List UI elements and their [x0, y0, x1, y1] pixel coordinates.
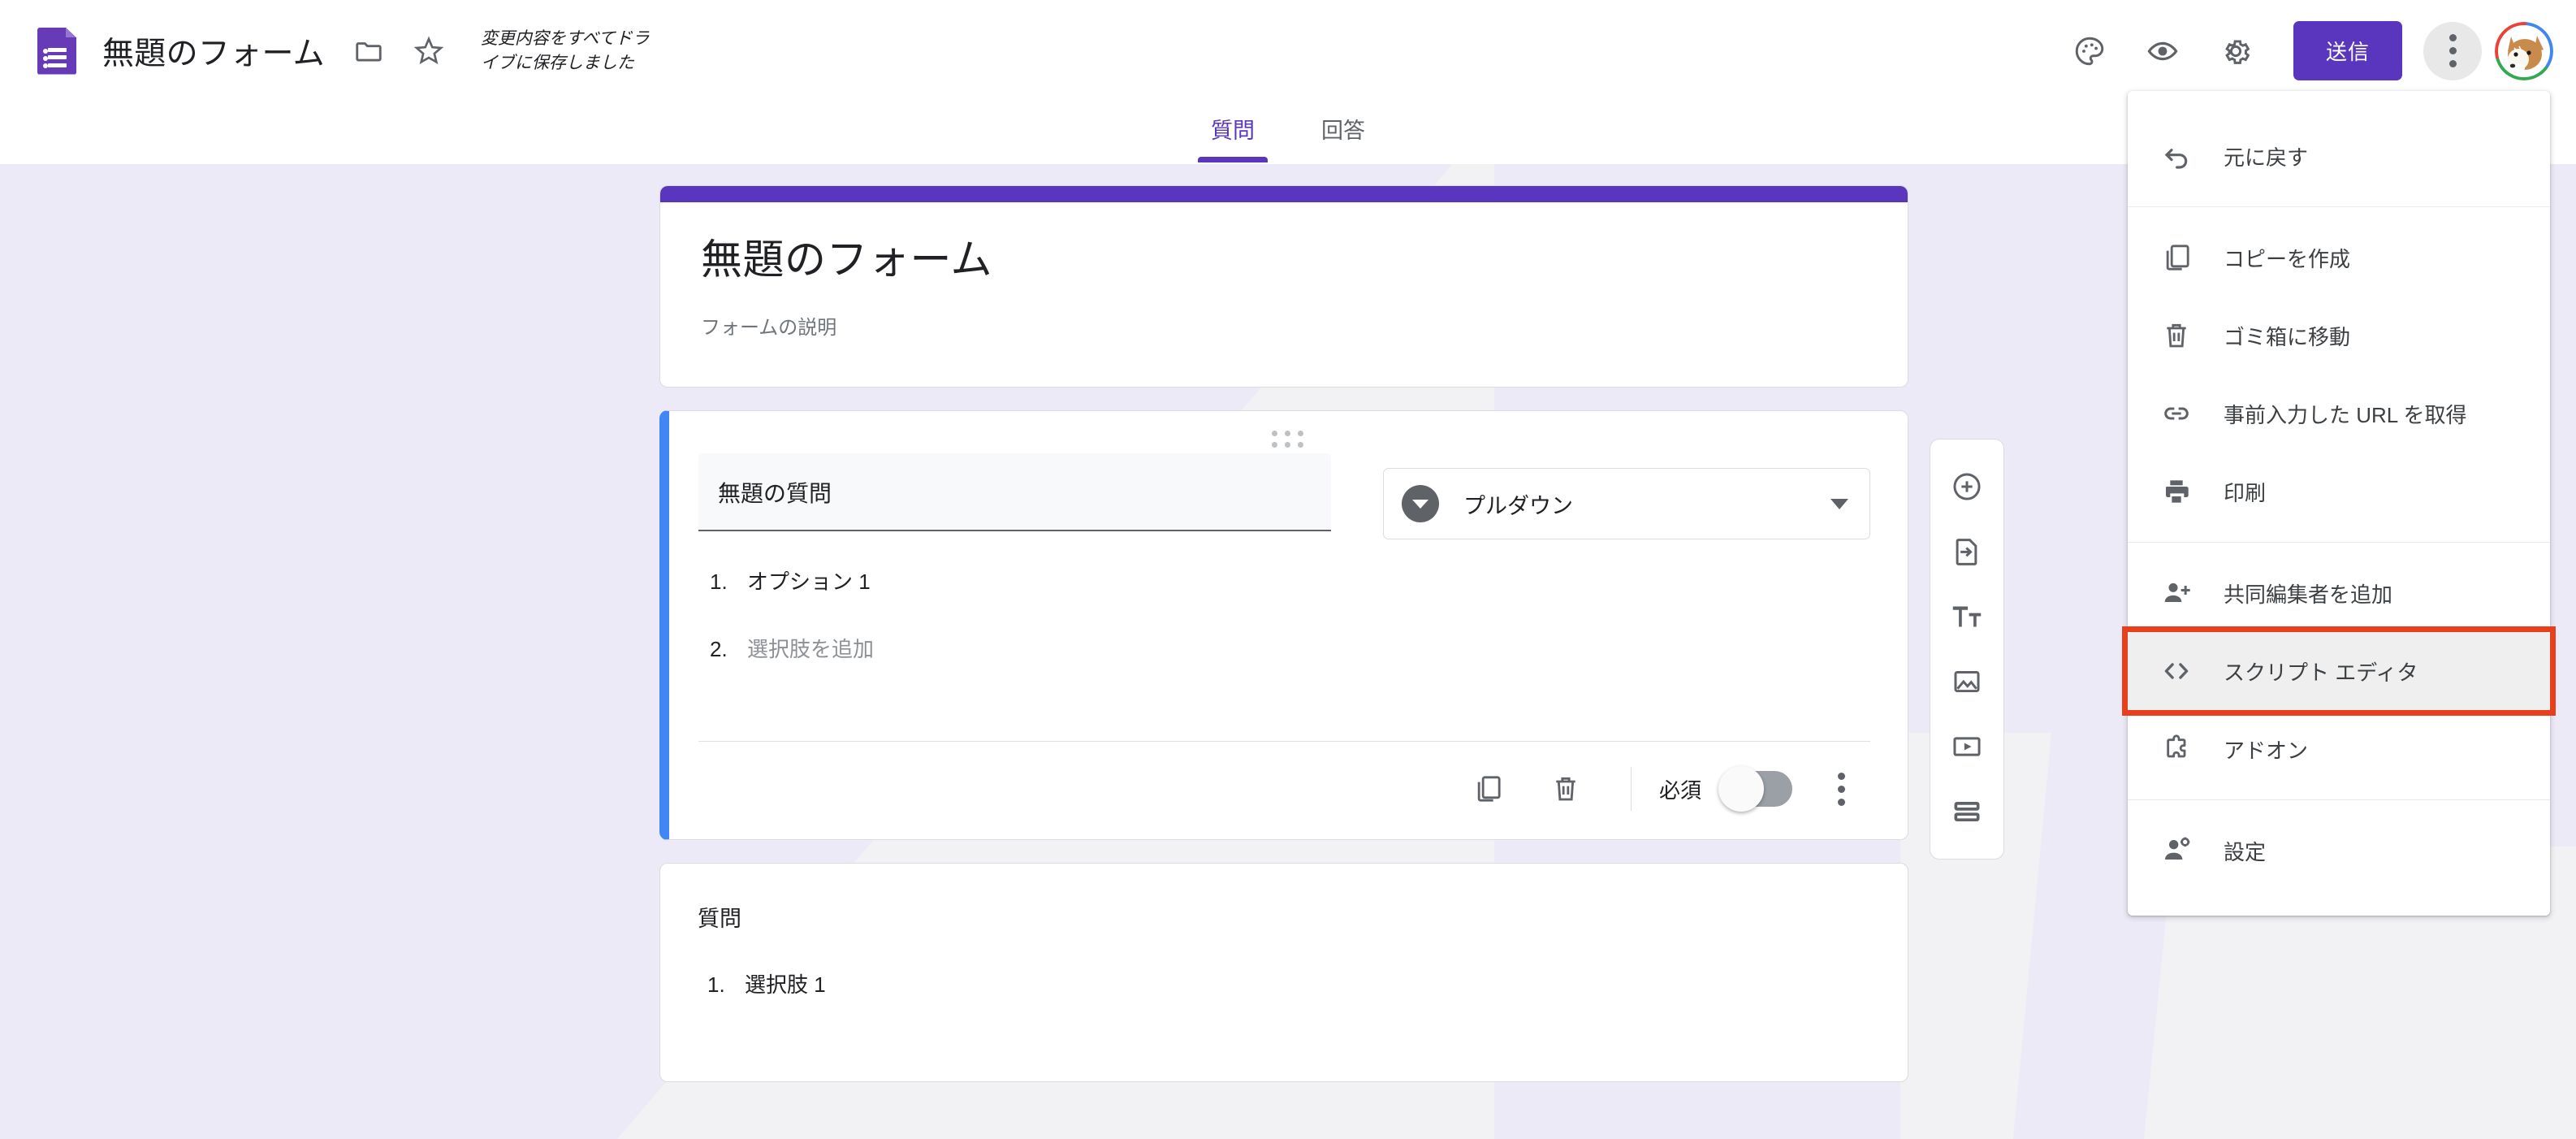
menu-item-add-ons[interactable]: アドオン — [2128, 710, 2550, 788]
menu-item-script-editor[interactable]: スクリプト エディタ — [2122, 626, 2556, 716]
undo-icon — [2157, 136, 2196, 175]
form-column: 無題のフォーム フォームの説明 無題の質問 1. オプション 1 2. 選択肢を… — [659, 185, 1908, 1105]
folder-icon[interactable] — [346, 28, 391, 74]
link-icon — [2157, 394, 2196, 433]
menu-item-label: アドオン — [2224, 738, 2309, 763]
menu-group: 元に戻す — [2128, 106, 2550, 206]
overflow-menu: 元に戻す コピーを作成 ゴミ箱に移動 事前入力した URL を取得 印刷 共同編… — [2122, 91, 2556, 916]
top-bar-right: 送信 — [2053, 0, 2553, 102]
gear-icon[interactable] — [2206, 22, 2265, 80]
menu-item-label: 印刷 — [2224, 480, 2267, 505]
menu-item-settings[interactable]: 設定 — [2128, 812, 2550, 890]
menu-item-move-to-trash[interactable]: ゴミ箱に移動 — [2128, 297, 2550, 375]
add-option-row[interactable]: 2. 選択肢を追加 — [710, 633, 1331, 663]
menu-item-add-collaborators[interactable]: 共同編集者を追加 — [2128, 554, 2550, 632]
option-row[interactable]: 1. 選択肢 1 — [707, 968, 1870, 998]
dropdown-icon — [1402, 485, 1439, 522]
palette-icon[interactable] — [2060, 22, 2119, 80]
question-title[interactable]: 質問 — [698, 901, 1870, 933]
add-question-icon[interactable] — [1938, 457, 1996, 516]
code-icon — [2157, 652, 2196, 691]
option-label[interactable]: オプション 1 — [747, 565, 871, 595]
menu-item-label: 設定 — [2224, 839, 2267, 864]
question-options-list: 1. オプション 1 2. 選択肢を追加 — [698, 565, 1331, 663]
trash-icon — [2157, 316, 2196, 355]
question-card-collapsed[interactable]: 質問 1. 選択肢 1 — [659, 863, 1908, 1082]
dog-avatar-icon[interactable] — [2495, 21, 2553, 80]
question-card-active[interactable]: 無題の質問 1. オプション 1 2. 選択肢を追加 プルダウン 必須 — [659, 410, 1908, 840]
menu-item-undo[interactable]: 元に戻す — [2128, 117, 2550, 195]
send-button[interactable]: 送信 — [2293, 21, 2402, 80]
puzzle-icon — [2157, 730, 2196, 769]
required-label: 必須 — [1658, 777, 1701, 803]
question-footer: 必須 — [669, 742, 1908, 839]
drag-handle-icon[interactable] — [669, 431, 1908, 448]
option-label[interactable]: 選択肢 1 — [745, 968, 826, 998]
form-header-card[interactable]: 無題のフォーム フォームの説明 — [659, 185, 1908, 388]
import-questions-icon[interactable] — [1938, 522, 1996, 581]
required-toggle[interactable] — [1718, 766, 1792, 812]
copy-icon — [2157, 238, 2196, 277]
chevron-down-icon — [1830, 498, 1848, 509]
menu-item-label: 事前入力した URL を取得 — [2224, 402, 2467, 427]
add-section-icon[interactable] — [1938, 782, 1996, 841]
print-icon — [2157, 472, 2196, 511]
menu-group: 設定 — [2128, 799, 2550, 901]
menu-group: コピーを作成 ゴミ箱に移動 事前入力した URL を取得 印刷 — [2128, 206, 2550, 542]
tab-questions[interactable]: 質問 — [1186, 102, 1279, 162]
option-number: 1. — [707, 972, 725, 997]
form-accent-stripe — [660, 186, 1908, 202]
google-forms-editor: 無題のフォーム 変更内容をすべてドライブに保存しました 送信 質問 回答 無題の… — [0, 0, 2576, 1139]
copy-icon[interactable] — [1459, 760, 1517, 818]
add-option-label[interactable]: 選択肢を追加 — [747, 633, 874, 663]
question-type-select[interactable]: プルダウン — [1383, 468, 1870, 539]
question-options-list: 1. 選択肢 1 — [698, 968, 1870, 998]
person-add-icon — [2157, 574, 2196, 613]
menu-item-label: スクリプト エディタ — [2224, 660, 2418, 685]
trash-icon[interactable] — [1537, 760, 1595, 818]
document-title[interactable]: 無題のフォーム — [102, 28, 325, 74]
footer-divider — [1630, 767, 1632, 811]
add-title-icon[interactable] — [1938, 587, 1996, 646]
menu-item-make-copy[interactable]: コピーを作成 — [2128, 219, 2550, 297]
question-type-label: プルダウン — [1463, 493, 1573, 518]
option-number: 2. — [710, 637, 728, 661]
save-status-text: 変更内容をすべてドライブに保存しました — [480, 28, 650, 72]
menu-item-label: ゴミ箱に移動 — [2224, 324, 2351, 349]
more-vert-icon[interactable] — [2423, 21, 2482, 80]
question-more-vert-icon[interactable] — [1812, 760, 1870, 818]
option-number: 1. — [710, 570, 728, 594]
menu-group: 共同編集者を追加 スクリプト エディタ アドオン — [2122, 542, 2556, 799]
menu-item-print[interactable]: 印刷 — [2128, 453, 2550, 531]
menu-item-get-prefilled-url[interactable]: 事前入力した URL を取得 — [2128, 375, 2550, 453]
menu-item-label: 共同編集者を追加 — [2224, 582, 2393, 607]
eye-icon[interactable] — [2133, 22, 2192, 80]
add-item-toolbar — [1930, 439, 2004, 860]
menu-item-label: コピーを作成 — [2224, 246, 2351, 271]
add-video-icon[interactable] — [1938, 717, 1996, 776]
google-forms-icon — [37, 27, 76, 75]
menu-item-label: 元に戻す — [2224, 145, 2309, 170]
question-title-input[interactable]: 無題の質問 — [698, 453, 1331, 531]
person-settings-icon — [2157, 831, 2196, 870]
tab-responses[interactable]: 回答 — [1297, 102, 1390, 162]
option-row[interactable]: 1. オプション 1 — [710, 565, 1331, 595]
form-title[interactable]: 無題のフォーム — [701, 233, 1867, 287]
form-description[interactable]: フォームの説明 — [701, 311, 1867, 340]
add-image-icon[interactable] — [1938, 652, 1996, 711]
star-icon[interactable] — [406, 28, 452, 74]
